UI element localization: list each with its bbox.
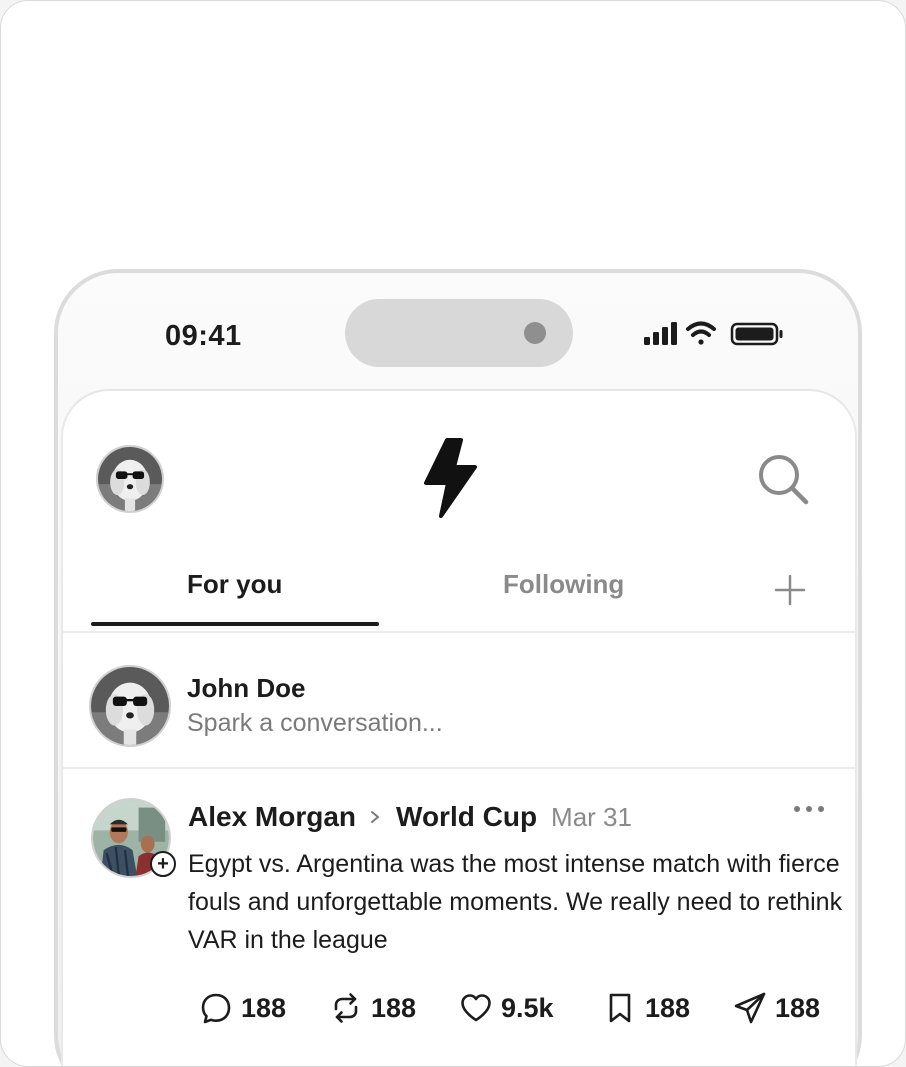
search-icon[interactable] — [755, 451, 811, 507]
status-icons — [644, 321, 783, 346]
chevron-right-icon — [371, 811, 380, 823]
repost-button[interactable]: 188 — [329, 988, 416, 1028]
add-tab-icon[interactable] — [773, 573, 807, 607]
share-button[interactable]: 188 — [733, 988, 820, 1028]
canvas-background: 09:41 For you Following John Doe Spark a… — [0, 0, 906, 1067]
post-community-name[interactable]: World Cup — [396, 801, 537, 833]
share-count: 188 — [775, 992, 821, 1023]
post-body-text: Egypt vs. Argentina was the most intense… — [188, 850, 843, 954]
active-tab-indicator — [91, 622, 379, 626]
comment-count: 188 — [241, 992, 287, 1023]
profile-avatar[interactable] — [96, 445, 164, 513]
dog-avatar-image — [98, 447, 162, 511]
cellular-signal-icon — [644, 322, 677, 345]
battery-icon — [730, 322, 783, 346]
tab-for-you[interactable]: For you — [187, 569, 282, 600]
bookmark-count: 188 — [645, 992, 691, 1023]
compose-user-name: John Doe — [187, 673, 306, 703]
comment-button[interactable]: 188 — [199, 988, 286, 1028]
post-header: Alex Morgan World Cup Mar 31 — [188, 799, 632, 835]
dog-avatar-image — [91, 667, 169, 745]
camera-icon — [524, 322, 546, 344]
lightning-bolt-icon[interactable] — [417, 437, 483, 519]
post-date: Mar 31 — [551, 801, 632, 832]
wifi-icon — [686, 321, 716, 345]
status-time: 09:41 — [165, 320, 242, 352]
like-button[interactable]: 9.5k — [459, 988, 554, 1028]
send-icon — [734, 992, 766, 1024]
tabs-divider — [63, 631, 855, 633]
compose-divider — [63, 767, 855, 769]
compose-avatar[interactable] — [89, 665, 171, 747]
more-options-icon[interactable] — [789, 799, 829, 819]
comment-icon — [201, 993, 231, 1024]
bookmark-icon — [609, 993, 631, 1023]
compose-input[interactable]: Spark a conversation... — [187, 709, 443, 738]
bookmark-button[interactable]: 188 — [603, 988, 690, 1028]
dynamic-island — [345, 299, 573, 367]
tab-following[interactable]: Following — [503, 569, 624, 600]
like-count: 9.5k — [501, 992, 554, 1023]
post-author-name[interactable]: Alex Morgan — [188, 801, 356, 833]
repost-icon — [334, 993, 358, 1023]
repost-count: 188 — [371, 992, 417, 1023]
follow-plus-icon[interactable]: + — [150, 851, 176, 877]
heart-icon — [461, 994, 491, 1022]
app-screen: For you Following John Doe Spark a conve… — [61, 389, 857, 1066]
